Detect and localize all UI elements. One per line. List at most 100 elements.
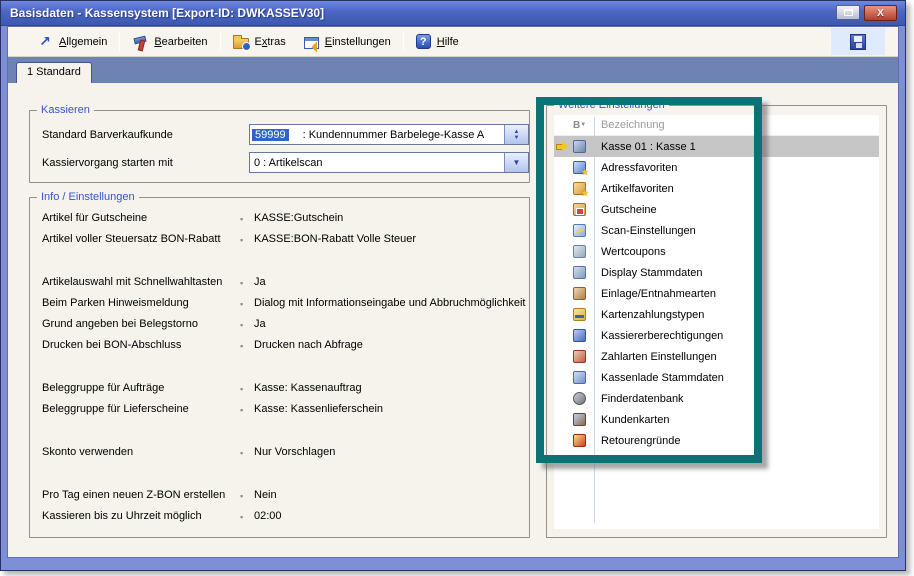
group-weitere-einstellungen: Weitere Einstellungen B▼ Bezeichnung Kas… [546, 105, 887, 538]
toolbar-item-hilfe[interactable]: Hilfe [407, 32, 468, 51]
tab-strip: 1 Standard [8, 57, 898, 83]
list-item[interactable]: Finderdatenbank [554, 388, 879, 409]
bullet-icon: ▪ [240, 382, 254, 396]
toolbar: Allgemein Bearbeiten ExtrasEinstellungen Hi… [8, 27, 898, 57]
titlebar[interactable]: Basisdaten - Kassensystem [Export-ID: DW… [1, 1, 905, 26]
info-label: Artikel voller Steuersatz BON-Rabatt [42, 233, 240, 245]
info-label: Artikel für Gutscheine [42, 212, 240, 224]
list-item-label: Finderdatenbank [601, 393, 684, 405]
list-item-label: Display Stammdaten [601, 267, 703, 279]
value-coupons-icon [573, 245, 586, 258]
list-item[interactable]: Gutscheine [554, 199, 879, 220]
list-item-icon-cell [570, 182, 594, 195]
list-item-icon-cell [570, 371, 594, 384]
info-value: KASSE:BON-Rabatt Volle Steuer [254, 233, 416, 245]
list-item[interactable]: Wertcoupons [554, 241, 879, 262]
info-value: Ja [254, 276, 266, 288]
minimize-button[interactable] [836, 5, 860, 20]
form-settings-icon [304, 37, 319, 49]
info-row: Artikel für Gutscheine▪KASSE:Gutschein [42, 212, 523, 233]
list-item[interactable]: Retourengründe [554, 430, 879, 451]
dropdown-button[interactable]: ▼ [504, 153, 528, 172]
toolbar-separator [119, 32, 120, 52]
kassiervorgang-value: 0 : Artikelscan [252, 157, 322, 169]
toolbar-item-einstellungen[interactable]: Einstellungen [295, 33, 400, 51]
list-item-icon-cell [570, 329, 594, 342]
window-buttons: X [836, 5, 897, 21]
info-row: Grund angeben bei Belegstorno▪Ja [42, 318, 523, 339]
list-item[interactable]: Zahlarten Einstellungen [554, 346, 879, 367]
hammer-icon [132, 34, 148, 50]
list-item-icon-cell [570, 203, 594, 216]
bullet-icon: ▪ [240, 403, 254, 417]
close-button[interactable]: X [864, 5, 897, 21]
info-value: KASSE:Gutschein [254, 212, 343, 224]
list-item[interactable]: Adressfavoriten [554, 157, 879, 178]
list-item-label: Scan-Einstellungen [601, 225, 696, 237]
barverkaufkunde-field[interactable]: 59999 : Kundennummer Barbelege-Kasse A ▲… [249, 124, 529, 145]
settings-list-header: B▼ Bezeichnung [554, 115, 879, 136]
article-favorites-icon [573, 182, 586, 195]
list-item-icon-cell [570, 161, 594, 174]
info-label: Pro Tag einen neuen Z-BON erstellen [42, 489, 240, 501]
list-item[interactable]: Artikelfavoriten [554, 178, 879, 199]
info-label: Beleggruppe für Aufträge [42, 382, 240, 394]
info-value: Nein [254, 489, 277, 501]
info-row: Artikelauswahl mit Schnellwahltasten▪Ja [42, 276, 523, 297]
list-item-label: Artikelfavoriten [601, 183, 674, 195]
list-item-label: Zahlarten Einstellungen [601, 351, 717, 363]
page: Basisdaten - Kassensystem [Export-ID: DW… [0, 0, 914, 576]
info-value: Ja [254, 318, 266, 330]
field-label-barverkaufkunde: Standard Barverkaufkunde [42, 129, 173, 141]
list-item-label: Wertcoupons [601, 246, 666, 258]
list-item[interactable]: Scan-Einstellungen [554, 220, 879, 241]
toolbar-item-bearbeiten[interactable]: Bearbeiten [123, 32, 216, 52]
info-label: Drucken bei BON-Abschluss [42, 339, 240, 351]
save-icon [850, 34, 866, 50]
list-item-icon-cell [570, 245, 594, 258]
list-item[interactable]: Kundenkarten [554, 409, 879, 430]
list-item[interactable]: Display Stammdaten [554, 262, 879, 283]
sort-column-icon[interactable]: B▼ [570, 120, 594, 131]
spinner-down-icon: ▼ [514, 135, 520, 141]
minimize-icon [844, 9, 853, 16]
toolbar-item-extras[interactable]: Extras [224, 33, 295, 51]
card-payment-types-icon [573, 308, 586, 321]
list-item-label: Kasse 01 : Kasse 1 [601, 141, 696, 153]
list-item[interactable]: Einlage/Entnahmearten [554, 283, 879, 304]
info-value: Nur Vorschlagen [254, 446, 335, 458]
settings-list: B▼ Bezeichnung Kasse 01 : Kasse 1 Adressf… [554, 115, 879, 529]
info-label: Artikelauswahl mit Schnellwahltasten [42, 276, 240, 288]
list-item[interactable]: Kartenzahlungstypen [554, 304, 879, 325]
list-item-label: Kartenzahlungstypen [601, 309, 704, 321]
toolbar-item-allgemein[interactable]: Allgemein [28, 32, 116, 52]
list-item-label: Einlage/Entnahmearten [601, 288, 716, 300]
list-item-icon-cell [570, 413, 594, 426]
info-row: Pro Tag einen neuen Z-BON erstellen▪Nein [42, 489, 523, 510]
list-item-icon-cell [570, 224, 594, 237]
address-favorites-icon [573, 161, 586, 174]
group-kassieren: Kassieren Standard Barverkaufkunde 59999… [29, 110, 530, 183]
list-item-icon-cell [570, 434, 594, 447]
group-info-title: Info / Einstellungen [37, 190, 139, 204]
tab-standard[interactable]: 1 Standard [16, 62, 92, 83]
list-item[interactable]: Kassenlade Stammdaten [554, 367, 879, 388]
group-kassieren-title: Kassieren [37, 103, 94, 117]
group-weitere-title: Weitere Einstellungen [554, 98, 669, 112]
list-item[interactable]: Kassiererberechtigungen [554, 325, 879, 346]
tab-label: 1 Standard [27, 66, 81, 78]
bullet-icon: ▪ [240, 276, 254, 290]
list-item-label: Kassenlade Stammdaten [601, 372, 724, 384]
display-icon [573, 266, 586, 279]
barverkaufkunde-selected-value: 59999 [252, 129, 289, 141]
list-item[interactable]: Kasse 01 : Kasse 1 [554, 136, 879, 157]
kassiervorgang-dropdown[interactable]: 0 : Artikelscan ▼ [249, 152, 529, 173]
list-item-icon-cell [570, 308, 594, 321]
finder-database-icon [573, 392, 586, 405]
save-button[interactable] [831, 28, 885, 55]
spinner-buttons[interactable]: ▲ ▼ [504, 125, 528, 144]
field-label-kassiervorgang: Kassiervorgang starten mit [42, 157, 173, 169]
list-item-label: Gutscheine [601, 204, 657, 216]
info-value: Kasse: Kassenlieferschein [254, 403, 383, 415]
column-header-bezeichnung[interactable]: Bezeichnung [601, 119, 665, 131]
